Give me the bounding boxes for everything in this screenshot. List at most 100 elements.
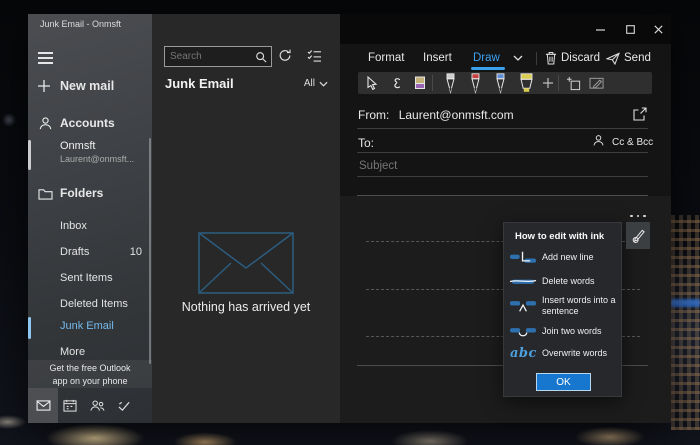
- mail-icon: [36, 400, 51, 411]
- pen-gray-button[interactable]: [442, 72, 459, 94]
- minimize-button[interactable]: [594, 22, 608, 36]
- ink-help-item-overwrite-words: abc Overwrite words: [510, 346, 620, 361]
- ink-help-item-delete-words: Delete words: [510, 274, 620, 289]
- message-list-pane: Junk Email All Nothing has arrived yet: [152, 14, 340, 423]
- touch-writing-icon: [390, 77, 402, 90]
- drawing-canvas-button[interactable]: [564, 72, 582, 94]
- folder-selected-indicator: [28, 317, 31, 339]
- tab-format[interactable]: Format: [368, 50, 404, 66]
- maximize-button[interactable]: [623, 22, 637, 36]
- sidebar-item-more[interactable]: More: [60, 343, 146, 361]
- folders-heading: Folders: [60, 186, 103, 200]
- send-button[interactable]: Send: [606, 50, 651, 66]
- sidebar-scrollbar[interactable]: [149, 138, 151, 364]
- toolbar-divider-2: [558, 75, 559, 91]
- ok-button[interactable]: OK: [536, 373, 591, 391]
- ink-help-popup: How to edit with ink Add new line Delete…: [503, 222, 622, 397]
- search-icon[interactable]: [255, 51, 267, 63]
- add-person-button[interactable]: [592, 134, 605, 147]
- insert-words-icon: [510, 298, 537, 314]
- folder-title: Junk Email: [165, 76, 234, 91]
- ccbcc-button[interactable]: Cc & Bcc: [612, 137, 653, 148]
- sync-icon: [278, 48, 292, 62]
- promo-line-1: Get the free Outlook: [28, 360, 152, 375]
- tab-insert[interactable]: Insert: [423, 50, 452, 66]
- ink-help-item-insert-words: Insert words into a sentence: [510, 295, 620, 316]
- person-icon: [592, 134, 605, 147]
- new-mail-button[interactable]: New mail: [28, 76, 152, 100]
- hamburger-button[interactable]: [38, 49, 53, 67]
- subject-underline: [357, 176, 648, 177]
- sidebar-item-junk-email[interactable]: Junk Email: [28, 317, 152, 339]
- pen-red-button[interactable]: [467, 72, 484, 94]
- account-item[interactable]: Onmsft Laurent@onmsft...: [28, 138, 152, 172]
- nav-calendar-button[interactable]: [55, 388, 85, 423]
- select-tool-button[interactable]: [364, 72, 380, 94]
- account-email: Laurent@onmsft...: [60, 154, 134, 164]
- sidebar-item-deleted-items[interactable]: Deleted Items: [60, 295, 146, 313]
- ink-help-item-add-line: Add new line: [510, 250, 620, 265]
- title-bar: [340, 14, 671, 44]
- window-title: Junk Email - Onmsft: [40, 19, 121, 29]
- ink-editor-toolbar-button[interactable]: [588, 72, 606, 94]
- new-mail-label: New mail: [60, 79, 114, 93]
- nav-people-button[interactable]: [82, 388, 112, 423]
- accounts-section-header[interactable]: Accounts: [28, 114, 152, 134]
- tab-draw[interactable]: Draw: [473, 50, 500, 66]
- pencil-circle-icon: [630, 227, 646, 244]
- more-options-button[interactable]: [626, 204, 646, 222]
- add-new-line-icon: [510, 250, 537, 265]
- from-underline: [357, 128, 648, 129]
- calendar-icon: [63, 399, 77, 412]
- todo-check-icon: [117, 400, 131, 412]
- nav-todo-button[interactable]: [109, 388, 139, 423]
- pen-gray-icon: [443, 73, 458, 94]
- add-pen-button[interactable]: [541, 72, 555, 94]
- folders-section-header[interactable]: Folders: [28, 184, 152, 204]
- body-top-rule: [357, 195, 648, 196]
- ink-help-toggle-button[interactable]: [626, 222, 650, 249]
- desktop: Junk Email - Onmsft New mail Accounts On…: [0, 0, 700, 445]
- selection-mode-button[interactable]: [307, 49, 322, 62]
- ink-help-item-join-words: Join two words: [510, 324, 620, 339]
- from-label: From:: [358, 108, 389, 122]
- highlighter-button[interactable]: [517, 72, 536, 94]
- command-divider: [536, 52, 537, 65]
- to-input[interactable]: [384, 134, 588, 152]
- open-new-window-button[interactable]: [632, 106, 648, 122]
- plus-icon: [36, 78, 52, 94]
- compose-pane: Format Insert Draw Discard Send: [340, 14, 671, 423]
- sidebar-item-sent-items[interactable]: Sent Items: [60, 269, 146, 287]
- empty-state-message: Nothing has arrived yet: [152, 300, 340, 314]
- outlook-promo[interactable]: Get the free Outlook app on your phone: [28, 360, 152, 388]
- close-button[interactable]: [651, 22, 665, 36]
- cursor-icon: [366, 76, 378, 90]
- pen-blue-icon: [493, 73, 508, 94]
- overwrite-words-icon: abc: [510, 346, 537, 361]
- toolbar-divider: [432, 75, 433, 91]
- tab-draw-underline: [471, 67, 505, 70]
- search-box: [164, 46, 272, 67]
- people-icon: [90, 399, 105, 412]
- pen-blue-button[interactable]: [492, 72, 509, 94]
- popout-icon: [632, 106, 648, 122]
- folder-icon: [38, 187, 53, 200]
- send-icon: [606, 52, 620, 65]
- accounts-heading: Accounts: [60, 116, 115, 130]
- ribbon-chevron-button[interactable]: [513, 55, 523, 61]
- ink-editor-icon: [589, 76, 605, 90]
- eraser-button[interactable]: [412, 72, 428, 94]
- filter-label: All: [304, 78, 315, 89]
- filter-dropdown[interactable]: All: [304, 78, 328, 89]
- subject-input[interactable]: [357, 157, 641, 175]
- sync-button[interactable]: [278, 48, 292, 62]
- sidebar-item-drafts[interactable]: Drafts 10: [60, 243, 146, 261]
- touch-writing-button[interactable]: [388, 72, 404, 94]
- discard-button[interactable]: Discard: [545, 50, 600, 66]
- search-input[interactable]: [165, 51, 255, 62]
- chevron-down-icon: [319, 81, 328, 87]
- nav-mail-button[interactable]: [28, 388, 58, 423]
- sidebar-item-inbox[interactable]: Inbox: [60, 217, 146, 235]
- trash-icon: [545, 51, 557, 65]
- mail-app-window: Junk Email - Onmsft New mail Accounts On…: [28, 14, 671, 423]
